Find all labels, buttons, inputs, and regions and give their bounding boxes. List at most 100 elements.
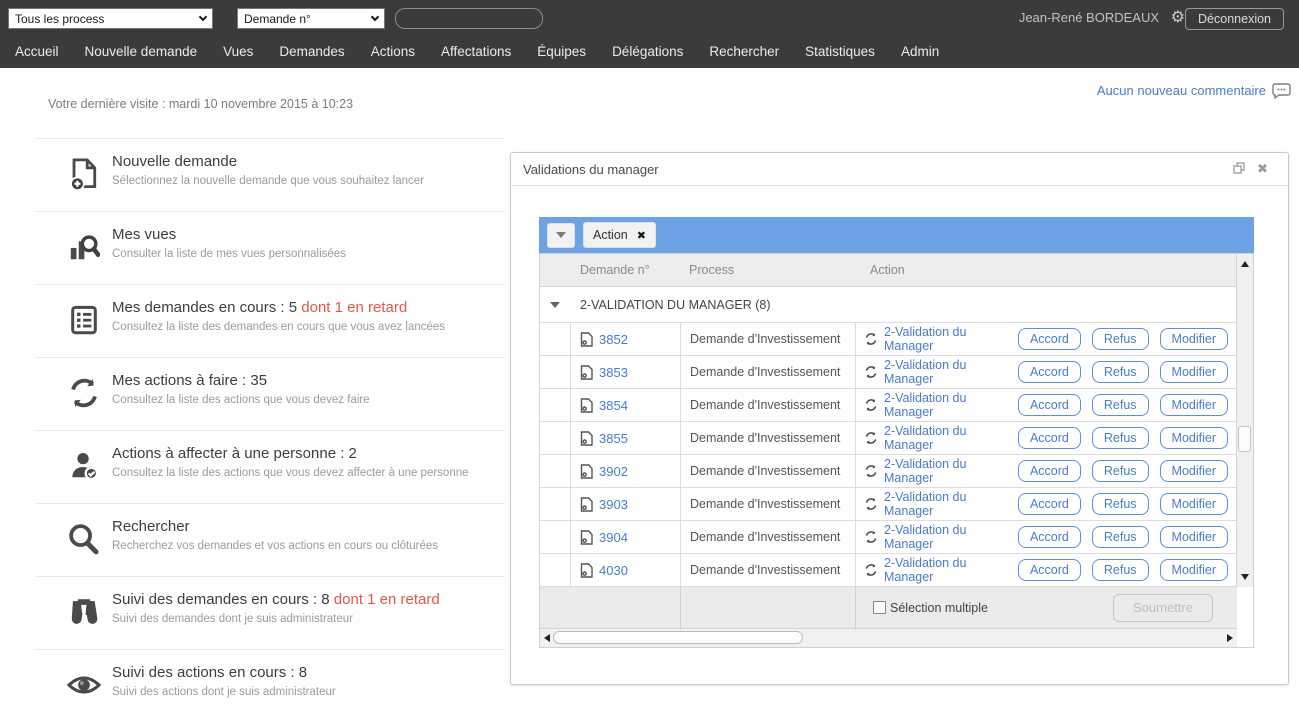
action-link[interactable]: 2-Validation du Manager (884, 424, 1018, 452)
logout-button[interactable]: Déconnexion (1185, 8, 1284, 30)
filter-dropdown-button[interactable] (547, 223, 575, 248)
process-select[interactable]: Tous les process (8, 8, 213, 29)
scroll-right-icon[interactable] (1227, 634, 1233, 642)
horizontal-scroll-thumb[interactable] (553, 631, 803, 644)
actions-refresh-icon (63, 372, 105, 414)
action-refresh-icon (864, 431, 878, 445)
accord-button[interactable]: Accord (1018, 460, 1081, 482)
multi-select-checkbox[interactable] (873, 601, 886, 614)
menu-item-suivi-actions[interactable]: Suivi des actions en cours : 8 Suivi des… (35, 649, 505, 722)
action-refresh-icon (864, 497, 878, 511)
action-link[interactable]: 2-Validation du Manager (884, 490, 1018, 518)
action-link[interactable]: 2-Validation du Manager (884, 325, 1018, 353)
scroll-left-icon[interactable] (544, 634, 550, 642)
collapse-group-icon[interactable] (550, 302, 560, 308)
menu-item-suivi-demandes[interactable]: Suivi des demandes en cours : 8 dont 1 e… (35, 576, 505, 649)
nav-item-accueil[interactable]: Accueil (2, 44, 72, 59)
accord-button[interactable]: Accord (1018, 361, 1081, 383)
modifier-button[interactable]: Modifier (1160, 460, 1228, 482)
remove-filter-icon[interactable]: ✖ (637, 229, 646, 242)
nav-item-equipes[interactable]: Équipes (524, 44, 599, 59)
refus-button[interactable]: Refus (1092, 493, 1149, 515)
refus-button[interactable]: Refus (1092, 460, 1149, 482)
accord-button[interactable]: Accord (1018, 394, 1081, 416)
accord-button[interactable]: Accord (1018, 526, 1081, 548)
request-id-link[interactable]: 3904 (599, 530, 628, 545)
scroll-down-icon[interactable] (1241, 574, 1249, 580)
menu-item-mes-vues[interactable]: Mes vues Consulter la liste de mes vues … (35, 211, 505, 284)
action-refresh-icon (864, 398, 878, 412)
nav-item-delegations[interactable]: Délégations (599, 44, 696, 59)
action-link[interactable]: 2-Validation du Manager (884, 358, 1018, 386)
nav-item-rechercher[interactable]: Rechercher (696, 44, 792, 59)
group-row: 2-VALIDATION DU MANAGER (8) (540, 287, 1237, 323)
filter-bar: Action ✖ (539, 217, 1254, 253)
accord-button[interactable]: Accord (1018, 427, 1081, 449)
refus-button[interactable]: Refus (1092, 559, 1149, 581)
process-cell: Demande d'Investissement (680, 356, 855, 388)
request-id-link[interactable]: 3855 (599, 431, 628, 446)
action-link[interactable]: 2-Validation du Manager (884, 391, 1018, 419)
search-input[interactable] (395, 8, 543, 29)
horizontal-scrollbar[interactable] (540, 629, 1237, 647)
process-cell: Demande d'Investissement (680, 488, 855, 520)
modifier-button[interactable]: Modifier (1160, 559, 1228, 581)
action-link[interactable]: 2-Validation du Manager (884, 457, 1018, 485)
action-link[interactable]: 2-Validation du Manager (884, 523, 1018, 551)
modifier-button[interactable]: Modifier (1160, 361, 1228, 383)
request-id-link[interactable]: 3902 (599, 464, 628, 479)
popout-icon[interactable] (1233, 162, 1245, 174)
request-id-link[interactable]: 3853 (599, 365, 628, 380)
request-doc-icon (580, 563, 593, 578)
action-link[interactable]: 2-Validation du Manager (884, 556, 1018, 584)
menu-item-rechercher[interactable]: Rechercher Recherchez vos demandes et vo… (35, 503, 505, 576)
nav-item-affectations[interactable]: Affectations (428, 44, 524, 59)
col-header-action[interactable]: Action (855, 263, 1237, 277)
comments-link[interactable]: Aucun nouveau commentaire (1097, 82, 1291, 99)
nav-item-demandes[interactable]: Demandes (266, 44, 357, 59)
refus-button[interactable]: Refus (1092, 361, 1149, 383)
menu-item-mes-demandes[interactable]: Mes demandes en cours : 5 dont 1 en reta… (35, 284, 505, 357)
modifier-button[interactable]: Modifier (1160, 493, 1228, 515)
vertical-scroll-thumb[interactable] (1238, 426, 1251, 452)
accord-button[interactable]: Accord (1018, 328, 1081, 350)
submit-button[interactable]: Soumettre (1113, 594, 1213, 622)
accord-button[interactable]: Accord (1018, 559, 1081, 581)
menu-item-mes-actions[interactable]: Mes actions à faire : 35 Consultez la li… (35, 357, 505, 430)
col-header-demande[interactable]: Demande n° (570, 263, 680, 277)
modifier-button[interactable]: Modifier (1160, 328, 1228, 350)
refus-button[interactable]: Refus (1092, 427, 1149, 449)
request-doc-icon (580, 464, 593, 479)
modifier-button[interactable]: Modifier (1160, 427, 1228, 449)
scroll-up-icon[interactable] (1241, 261, 1249, 267)
refus-button[interactable]: Refus (1092, 526, 1149, 548)
filter-chip-action[interactable]: Action ✖ (583, 222, 656, 248)
search-type-select[interactable]: Demande n° (237, 8, 385, 29)
table-footer: Sélection multiple Soumettre (540, 587, 1237, 629)
col-header-process[interactable]: Process (680, 263, 855, 277)
nav-item-nouvelle-demande[interactable]: Nouvelle demande (72, 44, 211, 59)
gear-icon[interactable]: ⚙ (1171, 7, 1185, 27)
request-id-link[interactable]: 3852 (599, 332, 628, 347)
table-row: 3852 Demande d'Investissement 2-Validati… (540, 323, 1237, 356)
nav-item-actions[interactable]: Actions (358, 44, 428, 59)
table-row: 3903 Demande d'Investissement 2-Validati… (540, 488, 1237, 521)
menu-item-nouvelle-demande[interactable]: Nouvelle demande Sélectionnez la nouvell… (35, 138, 505, 211)
accord-button[interactable]: Accord (1018, 493, 1081, 515)
vertical-scrollbar[interactable] (1236, 254, 1253, 587)
modifier-button[interactable]: Modifier (1160, 526, 1228, 548)
request-id-link[interactable]: 4030 (599, 563, 628, 578)
nav-item-statistiques[interactable]: Statistiques (792, 44, 888, 59)
menu-item-actions-affecter[interactable]: Actions à affecter à une personne : 2 Co… (35, 430, 505, 503)
modifier-button[interactable]: Modifier (1160, 394, 1228, 416)
comments-link-label: Aucun nouveau commentaire (1097, 83, 1266, 98)
table-row: 3853 Demande d'Investissement 2-Validati… (540, 356, 1237, 389)
nav-item-vues[interactable]: Vues (210, 44, 266, 59)
refus-button[interactable]: Refus (1092, 394, 1149, 416)
request-id-link[interactable]: 3903 (599, 497, 628, 512)
request-id-link[interactable]: 3854 (599, 398, 628, 413)
refus-button[interactable]: Refus (1092, 328, 1149, 350)
close-icon[interactable]: ✖ (1257, 161, 1268, 177)
nav-item-admin[interactable]: Admin (888, 44, 952, 59)
menu-item-subtitle: Sélectionnez la nouvelle demande que vou… (112, 175, 505, 187)
